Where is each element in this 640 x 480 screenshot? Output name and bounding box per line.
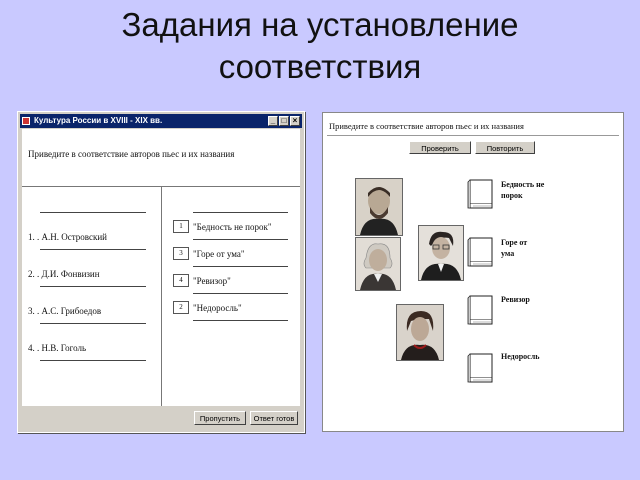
- book-icon: [467, 295, 493, 325]
- slide-title-line-2: соответствия: [218, 48, 422, 85]
- book-icon: [467, 179, 493, 209]
- window-client-area: Приведите в соответствие авторов пьес и …: [22, 129, 300, 419]
- portrait-gogol[interactable]: [396, 304, 444, 361]
- book-label-1: Бедность не порок: [501, 180, 545, 200]
- answer-number-input[interactable]: 1: [173, 220, 189, 233]
- book-target-2[interactable]: [466, 235, 496, 274]
- book-label-4: Недоросль: [501, 352, 540, 361]
- book-label-3: Ревизор: [501, 295, 530, 304]
- panel-instruction: Приведите в соответствие авторов пьес и …: [329, 121, 524, 131]
- author-item: 3. . А.С. Грибоедов: [28, 306, 102, 316]
- blank-line: [40, 360, 146, 361]
- answer-number-input[interactable]: 3: [173, 247, 189, 260]
- blank-line: [40, 286, 146, 287]
- drag-match-panel: Приведите в соответствие авторов пьес и …: [322, 112, 624, 432]
- book-target-1[interactable]: [466, 177, 496, 216]
- portrait-griboedov[interactable]: [418, 225, 464, 281]
- skip-button[interactable]: Пропустить: [194, 411, 246, 425]
- blank-line: [193, 293, 288, 294]
- slide-title-line-1: Задания на установление: [121, 6, 519, 43]
- close-icon[interactable]: ×: [290, 116, 300, 126]
- maximize-icon[interactable]: □: [279, 116, 289, 126]
- play-item: "Ревизор": [193, 276, 231, 286]
- answer-number-input[interactable]: 2: [173, 301, 189, 314]
- window-title: Культура России в XVIII - XIX вв.: [34, 116, 163, 125]
- panel-divider: [327, 135, 619, 136]
- matching-window: Культура России в XVIII - XIX вв. _ □ × …: [17, 111, 305, 433]
- book-icon: [467, 353, 493, 383]
- portrait-fonvizin[interactable]: [355, 237, 401, 291]
- book-target-4[interactable]: [466, 351, 496, 390]
- slide-title: Задания на установление соответствия: [0, 4, 640, 88]
- minimize-icon[interactable]: _: [268, 116, 278, 126]
- blank-line: [40, 323, 146, 324]
- app-icon: [22, 117, 30, 125]
- book-label-2: Горе от ума: [501, 238, 528, 258]
- answer-ready-button[interactable]: Ответ готов: [250, 411, 298, 425]
- blank-line: [193, 320, 288, 321]
- task-instruction: Приведите в соответствие авторов пьес и …: [28, 149, 235, 159]
- answer-number-input[interactable]: 4: [173, 274, 189, 287]
- play-item: "Горе от ума": [193, 249, 245, 259]
- window-button-bar: Пропустить Ответ готов: [22, 406, 300, 430]
- repeat-button[interactable]: Повторить: [475, 141, 535, 154]
- divider-vertical: [161, 186, 162, 419]
- book-target-3[interactable]: [466, 293, 496, 332]
- window-titlebar[interactable]: Культура России в XVIII - XIX вв. _ □ ×: [20, 114, 302, 128]
- author-item: 4. . Н.В. Гоголь: [28, 343, 87, 353]
- blank-line: [193, 239, 288, 240]
- book-icon: [467, 237, 493, 267]
- play-item: "Недоросль": [193, 303, 242, 313]
- play-item: "Бедность не порок": [193, 222, 272, 232]
- author-item: 1. . А.Н. Островский: [28, 232, 107, 242]
- portrait-ostrovsky[interactable]: [355, 178, 403, 236]
- blank-line: [40, 249, 146, 250]
- blank-line: [193, 266, 288, 267]
- check-button[interactable]: Проверить: [409, 141, 471, 154]
- blank-line: [40, 212, 146, 213]
- author-item: 2. . Д.И. Фонвизин: [28, 269, 100, 279]
- blank-line: [193, 212, 288, 213]
